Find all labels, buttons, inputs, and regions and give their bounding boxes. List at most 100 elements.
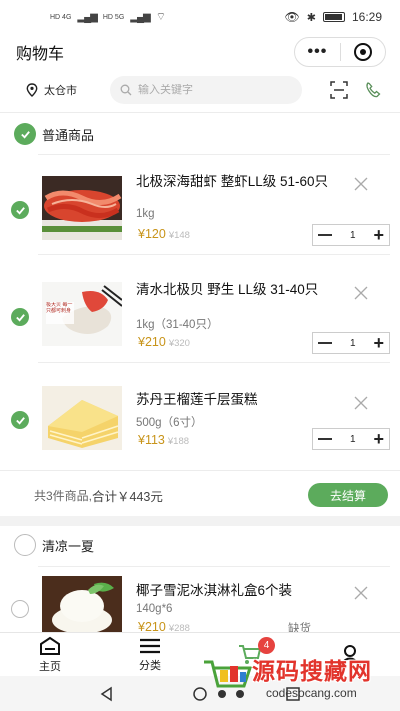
page-title: 购物车 bbox=[16, 46, 65, 63]
increase-button[interactable]: + bbox=[373, 334, 384, 352]
battery-icon bbox=[322, 12, 345, 22]
product-image-durian-cake[interactable] bbox=[42, 386, 122, 450]
increase-button[interactable]: + bbox=[373, 430, 384, 448]
decrease-button[interactable] bbox=[318, 234, 332, 236]
decrease-button[interactable] bbox=[318, 438, 332, 440]
original-price: ¥188 bbox=[167, 436, 190, 447]
original-price: ¥320 bbox=[168, 338, 190, 349]
product-name: 椰子雪泥冰淇淋礼盒6个装 bbox=[136, 583, 293, 598]
status-bar: HD 4G ▂▄▆ HD 5G ▂▄▆ ⌔ 👁 ✱ 16:29 bbox=[0, 0, 400, 34]
remove-item-icon[interactable] bbox=[354, 396, 368, 410]
item-checkbox[interactable] bbox=[11, 600, 29, 618]
phone-icon[interactable] bbox=[364, 81, 382, 99]
location-pin-icon bbox=[26, 83, 38, 97]
wifi-icon: ⌔ bbox=[155, 11, 167, 23]
product-image-coconut-ice-cream[interactable] bbox=[42, 576, 122, 640]
watermark: 源码搜藏网 codesocang.com bbox=[200, 648, 400, 706]
group-gap bbox=[0, 516, 400, 526]
group-name: 普通商品 bbox=[42, 127, 95, 143]
more-icon[interactable]: ••• bbox=[308, 43, 328, 61]
tab-label: 主页 bbox=[39, 660, 61, 673]
item-checkbox[interactable] bbox=[11, 201, 29, 219]
home-icon bbox=[40, 636, 60, 655]
current-price: ¥210 bbox=[138, 335, 166, 349]
item-checkbox[interactable] bbox=[11, 308, 29, 326]
product-image-shrimp[interactable] bbox=[42, 176, 122, 240]
product-spec: 1kg bbox=[136, 208, 155, 220]
current-price: ¥120 bbox=[138, 227, 166, 241]
app-screen: HD 4G ▂▄▆ HD 5G ▂▄▆ ⌔ 👁 ✱ 16:29 购物车 ••• … bbox=[0, 0, 400, 711]
divider bbox=[38, 362, 390, 363]
bluetooth-icon: ✱ bbox=[306, 11, 316, 24]
tab-home[interactable]: 主页 bbox=[0, 633, 100, 676]
divider bbox=[38, 254, 390, 255]
remove-item-icon[interactable] bbox=[354, 586, 368, 600]
cart-item: 苏丹王榴莲千层蛋糕 500g（6寸） ¥113 ¥188 1 + bbox=[0, 368, 400, 464]
divider bbox=[38, 154, 390, 155]
group-name: 清凉一夏 bbox=[42, 538, 95, 554]
search-input[interactable] bbox=[138, 84, 288, 96]
group-header-regular[interactable]: 普通商品 bbox=[0, 116, 400, 152]
city-label: 太仓市 bbox=[44, 85, 77, 97]
cart-item: 极大贝 每一只都可刺身 清水北极贝 野生 LL级 31-40只 1kg（31-4… bbox=[0, 260, 400, 356]
capsule-divider bbox=[340, 43, 342, 61]
network-indicators: HD 4G ▂▄▆ HD 5G ▂▄▆ ⌔ bbox=[50, 10, 166, 24]
remove-item-icon[interactable] bbox=[354, 286, 368, 300]
quantity-stepper: 1 + bbox=[312, 332, 390, 354]
decrease-button[interactable] bbox=[318, 342, 332, 344]
quantity-value[interactable]: 1 bbox=[350, 230, 356, 241]
remove-item-icon[interactable] bbox=[354, 177, 368, 191]
product-spec: 500g（6寸） bbox=[136, 417, 203, 429]
scan-icon[interactable] bbox=[330, 81, 348, 99]
tab-category[interactable]: 分类 bbox=[100, 633, 200, 676]
status-right: 👁 ✱ 16:29 bbox=[285, 10, 382, 24]
search-icon bbox=[120, 84, 132, 96]
mini-program-capsule: ••• bbox=[294, 37, 386, 67]
title-bar: 购物车 ••• bbox=[0, 34, 400, 70]
cart-item: 椰子雪泥冰淇淋礼盒6个装 140g*6 ¥210 ¥288 缺货 bbox=[0, 570, 400, 640]
divider bbox=[0, 470, 400, 471]
back-icon[interactable] bbox=[99, 686, 115, 702]
total-price: 合计￥443元 bbox=[92, 489, 163, 504]
divider bbox=[38, 566, 390, 567]
watermark-url: codesocang.com bbox=[266, 686, 357, 700]
product-name: 苏丹王榴莲千层蛋糕 bbox=[136, 392, 258, 407]
close-miniprogram-icon[interactable] bbox=[354, 43, 373, 61]
cart-item: 北极深海甜虾 整虾LL级 51-60只 1kg ¥120 ¥148 1 + bbox=[0, 160, 400, 250]
search-box[interactable] bbox=[110, 76, 302, 104]
increase-button[interactable]: + bbox=[373, 226, 384, 244]
quantity-value[interactable]: 1 bbox=[350, 338, 356, 349]
current-price: ¥113 bbox=[138, 433, 165, 447]
eye-icon: 👁 bbox=[284, 10, 300, 24]
product-image-surf-clam[interactable]: 极大贝 每一只都可刺身 bbox=[42, 282, 122, 346]
group-header-summer[interactable]: 清凉一夏 bbox=[0, 527, 400, 563]
item-count-text: 共3件商品, bbox=[34, 488, 93, 503]
quantity-value[interactable]: 1 bbox=[350, 434, 356, 445]
quantity-stepper: 1 + bbox=[312, 428, 390, 450]
image-caption: 极大贝 每一只都可刺身 bbox=[46, 302, 73, 314]
product-spec: 140g*6 bbox=[136, 603, 173, 615]
group-checkbox[interactable] bbox=[14, 534, 36, 556]
original-price: ¥148 bbox=[168, 230, 190, 241]
group-checkbox[interactable] bbox=[14, 123, 36, 145]
quantity-stepper: 1 + bbox=[312, 224, 390, 246]
search-row-actions bbox=[330, 81, 386, 99]
product-price: ¥210 ¥320 bbox=[138, 335, 190, 349]
product-price: ¥120 ¥148 bbox=[138, 227, 190, 241]
item-checkbox[interactable] bbox=[11, 411, 29, 429]
clock: 16:29 bbox=[351, 10, 382, 24]
tab-label: 分类 bbox=[139, 659, 161, 672]
watermark-text: 源码搜藏网 bbox=[252, 659, 372, 685]
list-icon bbox=[140, 638, 160, 653]
checkout-button[interactable]: 去结算 bbox=[308, 483, 388, 507]
network-indicator-1: HD 4G bbox=[50, 13, 72, 21]
product-name: 北极深海甜虾 整虾LL级 51-60只 bbox=[136, 174, 329, 189]
search-row: 太仓市 bbox=[0, 74, 400, 106]
product-spec: 1kg（31-40只） bbox=[136, 319, 219, 331]
divider bbox=[0, 112, 400, 113]
network-indicator-2: HD 5G bbox=[102, 13, 125, 21]
product-name: 清水北极贝 野生 LL级 31-40只 bbox=[136, 282, 319, 297]
signal-icon: ▂▄▆ bbox=[130, 11, 150, 23]
product-price: ¥113 ¥188 bbox=[138, 433, 189, 447]
location-selector[interactable]: 太仓市 bbox=[26, 82, 106, 98]
